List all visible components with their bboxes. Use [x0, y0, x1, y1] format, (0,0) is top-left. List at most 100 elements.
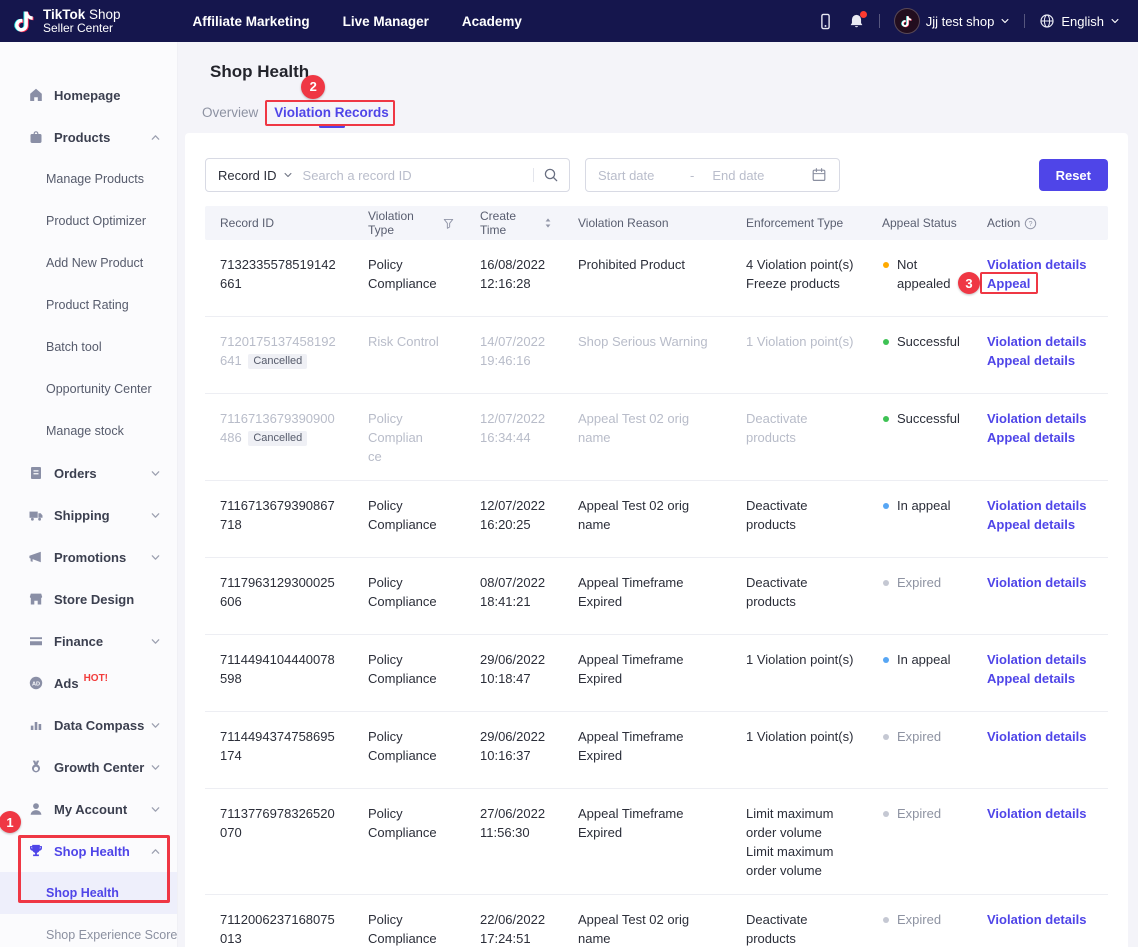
action-link-violation-details[interactable]: Violation details [987, 332, 1086, 351]
orders-icon [28, 465, 44, 481]
filter-icon[interactable] [442, 217, 455, 230]
shop-account-menu[interactable]: Jjj test shop [894, 8, 1011, 34]
mobile-app-icon[interactable] [817, 13, 834, 30]
notifications-bell-icon[interactable] [848, 13, 865, 30]
sidebar-item-store-design[interactable]: Store Design [0, 578, 177, 620]
annotation-step-1-badge: 1 [0, 811, 21, 833]
sidebar-subitem-product-optimizer[interactable]: Product Optimizer [0, 200, 177, 242]
sidebar-item-orders[interactable]: Orders [0, 452, 177, 494]
cell-create-time: 22/06/2022 17:24:51 [465, 910, 563, 947]
tiktok-shop-logo[interactable]: TikTok Shop Seller Center [12, 8, 121, 35]
create-clock: 18:41:21 [480, 592, 551, 611]
sidebar-item-label: Homepage [54, 88, 120, 103]
sidebar-item-label: Store Design [54, 592, 134, 607]
action-link-appeal[interactable]: Appeal3 [987, 274, 1030, 293]
action-link-violation-details[interactable]: Violation details [987, 910, 1086, 929]
sidebar-item-label: Finance [54, 634, 103, 649]
sidebar-group-store-design: Store Design [0, 578, 177, 620]
notification-dot [860, 11, 867, 18]
search-icon[interactable] [543, 167, 559, 183]
action-link-violation-details[interactable]: Violation details [987, 650, 1086, 669]
sidebar-item-shipping[interactable]: Shipping [0, 494, 177, 536]
cell-violation-reason: Appeal Test 02 orig name [563, 409, 731, 447]
action-link-appeal-details[interactable]: Appeal details [987, 669, 1075, 688]
cell-appeal-status: In appeal [867, 650, 972, 669]
sort-icon[interactable] [543, 216, 553, 230]
shop-avatar [894, 8, 920, 34]
action-link-violation-details[interactable]: Violation details [987, 496, 1086, 515]
navlink-live-manager[interactable]: Live Manager [343, 14, 429, 29]
sidebar-item-growth-center[interactable]: Growth Center [0, 746, 177, 788]
finance-icon [28, 633, 44, 649]
col-record-id: Record ID [205, 216, 353, 230]
reset-button[interactable]: Reset [1039, 159, 1108, 191]
sidebar-subitem-manage-stock[interactable]: Manage stock [0, 410, 177, 452]
tab-overview[interactable]: Overview [198, 104, 262, 132]
search-category-dropdown[interactable]: Record ID [218, 168, 293, 183]
sidebar-item-homepage[interactable]: Homepage [0, 74, 177, 116]
col-violation-type: Violation Type [353, 209, 465, 237]
search-input[interactable]: Search a record ID [303, 168, 527, 183]
col-violation-reason: Violation Reason [563, 216, 731, 230]
sidebar-item-data-compass[interactable]: Data Compass [0, 704, 177, 746]
sidebar-item-promotions[interactable]: Promotions [0, 536, 177, 578]
cell-violation-reason: Appeal Timeframe Expired [563, 573, 731, 611]
sidebar-group-products: Products Manage ProductsProduct Optimize… [0, 116, 177, 452]
sidebar-item-finance[interactable]: Finance [0, 620, 177, 662]
page-title: Shop Health [210, 62, 1138, 82]
annotation-step-3-badge: 3 [958, 272, 980, 294]
shop-health-icon [28, 843, 44, 859]
sidebar-subitem-add-new-product[interactable]: Add New Product [0, 242, 177, 284]
action-link-violation-details[interactable]: Violation details [987, 727, 1086, 746]
action-link-appeal-details[interactable]: Appeal details [987, 515, 1075, 534]
cell-create-time: 08/07/2022 18:41:21 [465, 573, 563, 611]
sidebar-subitem-shop-health[interactable]: Shop Health [0, 872, 177, 914]
create-clock: 12:16:28 [480, 274, 551, 293]
cell-create-time: 16/08/2022 12:16:28 [465, 255, 563, 293]
sidebar-subitem-shop-experience-score[interactable]: Shop Experience Score [0, 914, 177, 947]
tab-violation-records[interactable]: Violation Records 2 [270, 104, 393, 132]
action-link-violation-details[interactable]: Violation details [987, 804, 1086, 823]
end-date-input[interactable]: End date [712, 168, 804, 183]
cell-create-time: 12/07/2022 16:34:44 [465, 409, 563, 447]
cell-record-id: 7116713679390900486 Cancelled [205, 409, 353, 447]
sidebar-subitem-opportunity-center[interactable]: Opportunity Center [0, 368, 177, 410]
cell-create-time: 14/07/2022 19:46:16 [465, 332, 563, 370]
create-clock: 10:16:37 [480, 746, 551, 765]
cell-record-id: 7112006237168075013 [205, 910, 353, 947]
record-search-group[interactable]: Record ID Search a record ID [205, 158, 570, 192]
cell-action: Violation detailsAppeal details [972, 332, 1108, 370]
action-link-violation-details[interactable]: Violation details [987, 573, 1086, 592]
action-link-violation-details[interactable]: Violation details [987, 255, 1086, 274]
date-range-picker[interactable]: Start date - End date [585, 158, 840, 192]
navlink-academy[interactable]: Academy [462, 14, 522, 29]
language-menu[interactable]: English [1039, 13, 1120, 29]
cell-action: Violation details [972, 727, 1108, 746]
table-row: 7114494374758695174 PolicyCompliance 29/… [205, 712, 1108, 789]
sidebar-item-ads[interactable]: AD Ads HOT! [0, 662, 177, 704]
action-link-appeal-details[interactable]: Appeal details [987, 351, 1075, 370]
sidebar-group-data-compass: Data Compass [0, 704, 177, 746]
sidebar-item-label: Shop Health [54, 844, 130, 859]
cell-enforcement-type: Limit maximum order volumeLimit maximum … [731, 804, 867, 880]
start-date-input[interactable]: Start date [598, 168, 690, 183]
navlink-affiliate-marketing[interactable]: Affiliate Marketing [193, 14, 310, 29]
violation-records-panel: Record ID Search a record ID Start date … [185, 133, 1128, 947]
create-clock: 11:56:30 [480, 823, 551, 842]
sidebar-subitem-manage-products[interactable]: Manage Products [0, 158, 177, 200]
calendar-icon[interactable] [811, 167, 827, 183]
divider [879, 14, 880, 28]
cell-appeal-status: Expired [867, 573, 972, 592]
cell-enforcement-type: 1 Violation point(s) [731, 727, 867, 746]
help-icon[interactable]: ? [1024, 217, 1037, 230]
sidebar-item-products[interactable]: Products [0, 116, 177, 158]
sidebar-item-shop-health[interactable]: Shop Health [0, 830, 177, 872]
create-date: 16/08/2022 [480, 255, 551, 274]
action-link-violation-details[interactable]: Violation details [987, 409, 1086, 428]
create-date: 29/06/2022 [480, 650, 551, 669]
sidebar-item-my-account[interactable]: My Account [0, 788, 177, 830]
sidebar-subitem-batch-tool[interactable]: Batch tool [0, 326, 177, 368]
sidebar-item-label: Growth Center [54, 760, 144, 775]
sidebar-subitem-product-rating[interactable]: Product Rating [0, 284, 177, 326]
action-link-appeal-details[interactable]: Appeal details [987, 428, 1075, 447]
